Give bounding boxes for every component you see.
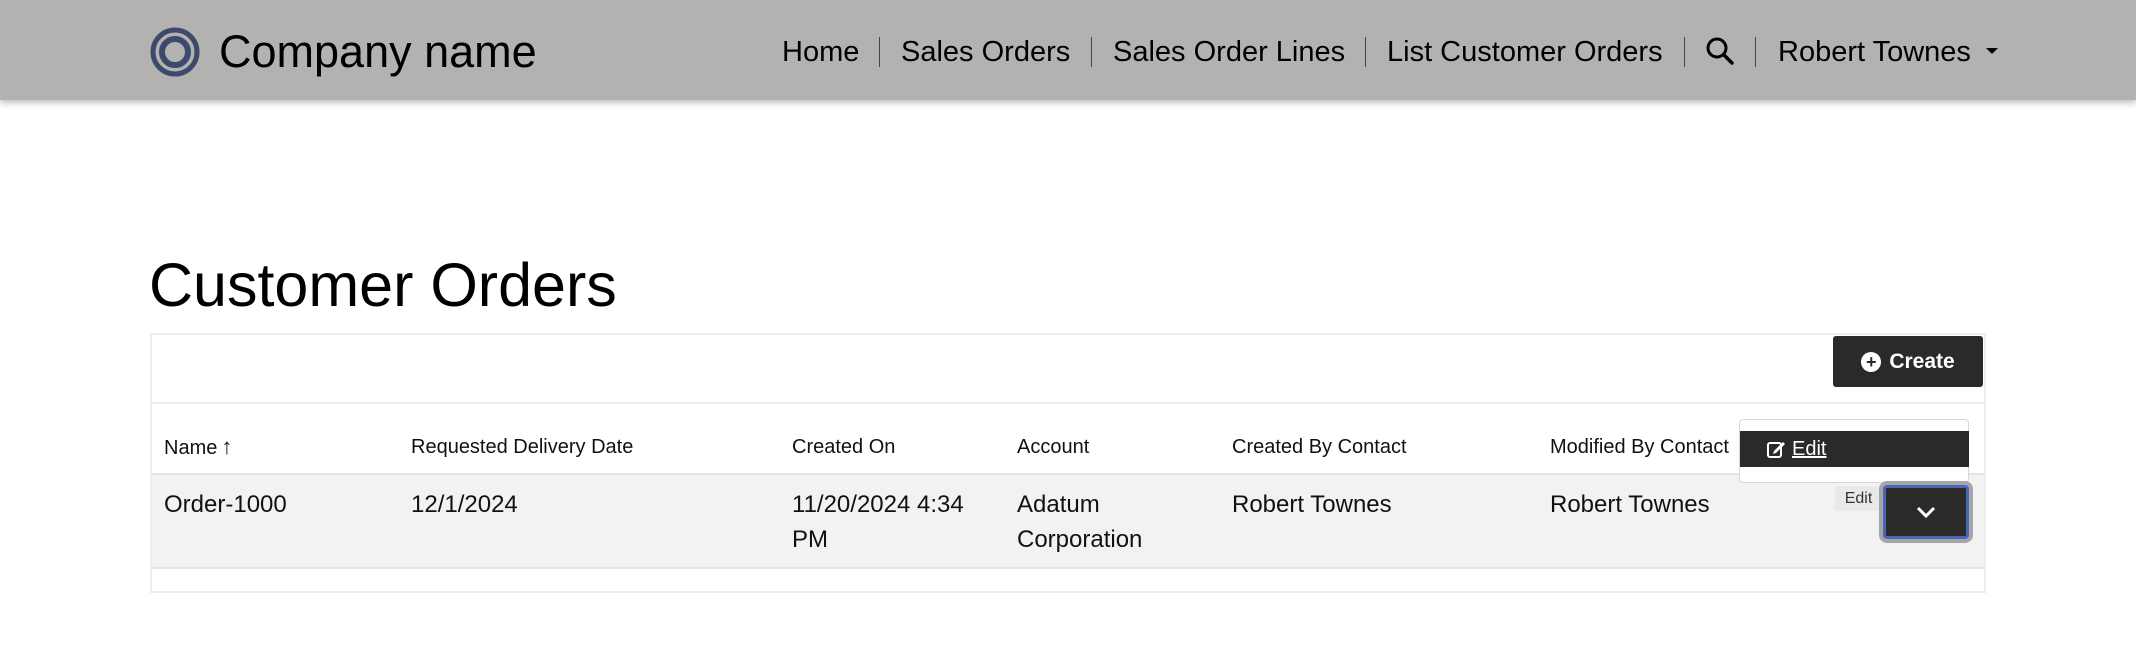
edit-menu-item[interactable]: Edit (1740, 431, 1969, 467)
row-divider (152, 567, 1984, 569)
cell-name[interactable]: Order-1000 (164, 487, 287, 522)
caret-down-icon[interactable] (1986, 48, 1998, 54)
nav-divider (1091, 37, 1092, 67)
user-menu[interactable]: Robert Townes (1778, 32, 1971, 72)
create-button[interactable]: + Create (1833, 336, 1983, 387)
edit-icon (1767, 442, 1785, 458)
cell-account-line: Corporation (1017, 526, 1143, 553)
chevron-down-icon (1916, 506, 1936, 519)
search-icon[interactable] (1705, 36, 1735, 66)
sort-ascending-icon: ↑ (221, 434, 233, 459)
column-header-modified-by-contact[interactable]: Modified By Contact (1550, 434, 1729, 460)
nav-divider (1684, 37, 1685, 67)
row-actions-button[interactable] (1883, 485, 1969, 539)
nav-list-customer-orders[interactable]: List Customer Orders (1387, 32, 1663, 72)
cell-requested-delivery-date: 12/1/2024 (411, 491, 518, 518)
cell-created-on-line: 11/20/2024 4:34 (792, 491, 964, 518)
page-title: Customer Orders (149, 251, 617, 319)
edit-menu-label: Edit (1792, 437, 1827, 460)
cell-account-line: Adatum (1017, 491, 1100, 518)
cell-account[interactable]: Adatum Corporation (1017, 487, 1142, 557)
create-button-label: Create (1889, 349, 1955, 373)
column-header-requested-delivery-date[interactable]: Requested Delivery Date (411, 434, 633, 460)
column-header-label: Name (164, 437, 218, 459)
cell-created-by-contact[interactable]: Robert Townes (1232, 487, 1392, 522)
plus-circle-icon: + (1861, 351, 1882, 372)
column-header-created-by-contact[interactable]: Created By Contact (1232, 434, 1407, 460)
toolbar-divider (152, 402, 1984, 404)
cell-created-on: 11/20/2024 4:34 PM (792, 487, 964, 557)
edit-tooltip: Edit (1835, 486, 1882, 511)
nav-sales-orders[interactable]: Sales Orders (901, 32, 1070, 72)
ring-logo-icon[interactable] (150, 27, 200, 77)
column-header-created-on[interactable]: Created On (792, 434, 895, 460)
column-header-account[interactable]: Account (1017, 434, 1089, 460)
cell-modified-by-contact[interactable]: Robert Townes (1550, 487, 1710, 522)
nav-divider (879, 37, 880, 67)
top-navbar: Company name Home Sales Orders Sales Ord… (0, 0, 2136, 100)
nav-divider (1365, 37, 1366, 67)
column-header-name[interactable]: Name ↑ (164, 434, 232, 461)
cell-created-on-line: PM (792, 526, 828, 553)
nav-divider (1755, 37, 1756, 67)
nav-sales-order-lines[interactable]: Sales Order Lines (1113, 32, 1345, 72)
brand-name[interactable]: Company name (219, 22, 537, 82)
nav-home[interactable]: Home (782, 32, 859, 72)
